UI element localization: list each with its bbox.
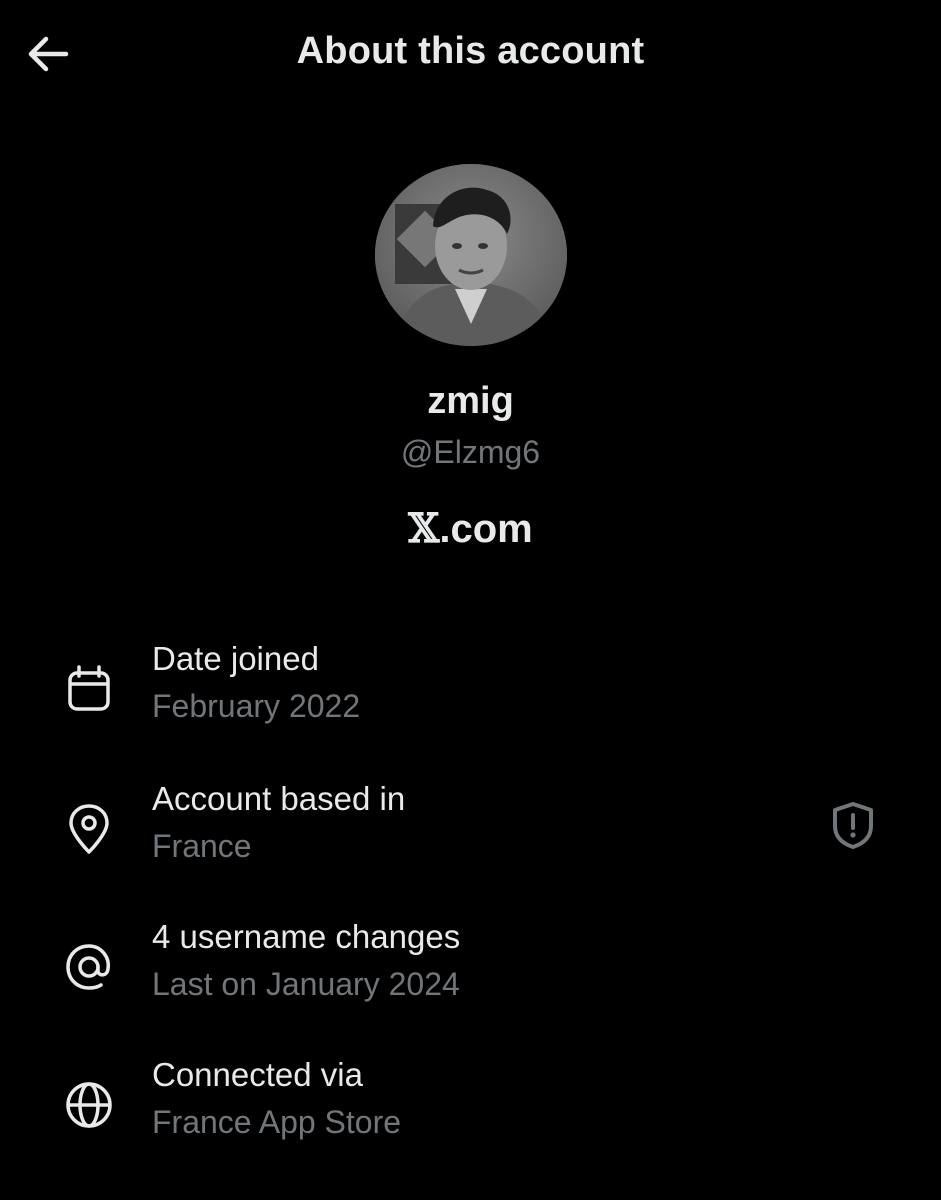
avatar-photo	[375, 164, 567, 346]
detail-value: France	[152, 828, 252, 864]
top-bar: About this account	[0, 0, 941, 110]
detail-row-username-changes: 4 username changes Last on January 2024	[0, 918, 941, 1028]
detail-label: Connected via	[152, 1056, 363, 1093]
page-title: About this account	[296, 30, 645, 72]
detail-label: Date joined	[152, 640, 319, 677]
at-sign-icon	[60, 938, 118, 996]
avatar[interactable]	[375, 164, 567, 346]
globe-icon	[60, 1076, 118, 1134]
detail-label: Account based in	[152, 780, 406, 817]
detail-value: France App Store	[152, 1104, 402, 1140]
x-logo: 𝕏	[408, 505, 440, 552]
calendar-icon	[60, 660, 118, 718]
detail-row-account-based-in: Account based in France	[0, 780, 941, 890]
detail-row-connected-via: Connected via France App Store	[0, 1056, 941, 1166]
shield-alert-icon[interactable]	[826, 798, 880, 852]
domain-label: 𝕏.com	[0, 505, 941, 552]
detail-value: February 2022	[152, 688, 361, 724]
domain-suffix: .com	[439, 507, 533, 551]
location-pin-icon	[60, 800, 118, 858]
detail-value: Last on January 2024	[152, 966, 460, 1002]
detail-row-date-joined: Date joined February 2022	[0, 640, 941, 750]
username-handle: @Elzmg6	[400, 434, 541, 470]
display-name: zmig	[427, 380, 514, 422]
detail-label: 4 username changes	[152, 918, 461, 955]
